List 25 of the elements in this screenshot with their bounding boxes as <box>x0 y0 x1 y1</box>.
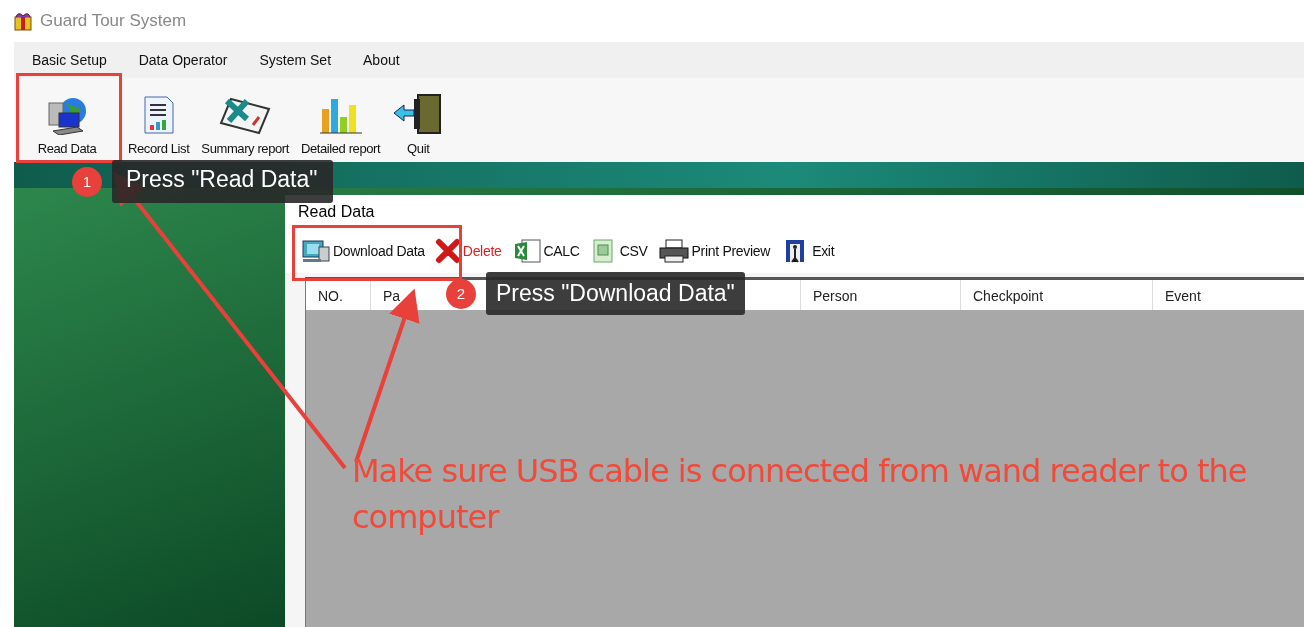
column-header[interactable]: Checkpoint <box>973 288 1044 304</box>
column-header[interactable]: Pa <box>383 288 401 304</box>
instruction-callout: Press "Read Data" <box>112 160 334 203</box>
menu-item[interactable]: Basic Setup <box>14 52 121 68</box>
toolbar-button[interactable]: Print Preview <box>655 238 773 264</box>
toolbar-button[interactable]: Download Data <box>299 239 427 263</box>
toolbar-button[interactable]: Summary report <box>197 95 293 156</box>
column-header[interactable]: NO. <box>318 288 343 304</box>
instruction-text: Make sure USB cable is connected from wand reader to the computer <box>352 451 1248 538</box>
instruction-callout: Press "Download Data" <box>486 272 745 315</box>
toolbar-button[interactable]: Read Data <box>14 95 120 156</box>
toolbar-button[interactable]: Record List <box>124 95 194 156</box>
column-header[interactable]: Event <box>1165 288 1201 304</box>
child-window-title: Read Data <box>285 195 1304 229</box>
toolbar-button[interactable]: CALC <box>509 238 582 264</box>
column-header[interactable]: Person <box>813 288 858 304</box>
toolbar-button[interactable]: Quit <box>388 93 449 156</box>
toolbar-button[interactable]: Detailed report <box>296 95 385 156</box>
toolbar-button[interactable]: Exit <box>778 238 837 264</box>
window-title: Guard Tour System <box>40 11 187 31</box>
menu-item[interactable]: Data Operator <box>120 52 242 68</box>
toolbar-button[interactable]: CSV <box>587 238 650 264</box>
toolbar-button[interactable]: Delete <box>432 238 504 264</box>
menu-item[interactable]: About <box>345 52 414 68</box>
menu-item[interactable]: System Set <box>241 52 346 68</box>
